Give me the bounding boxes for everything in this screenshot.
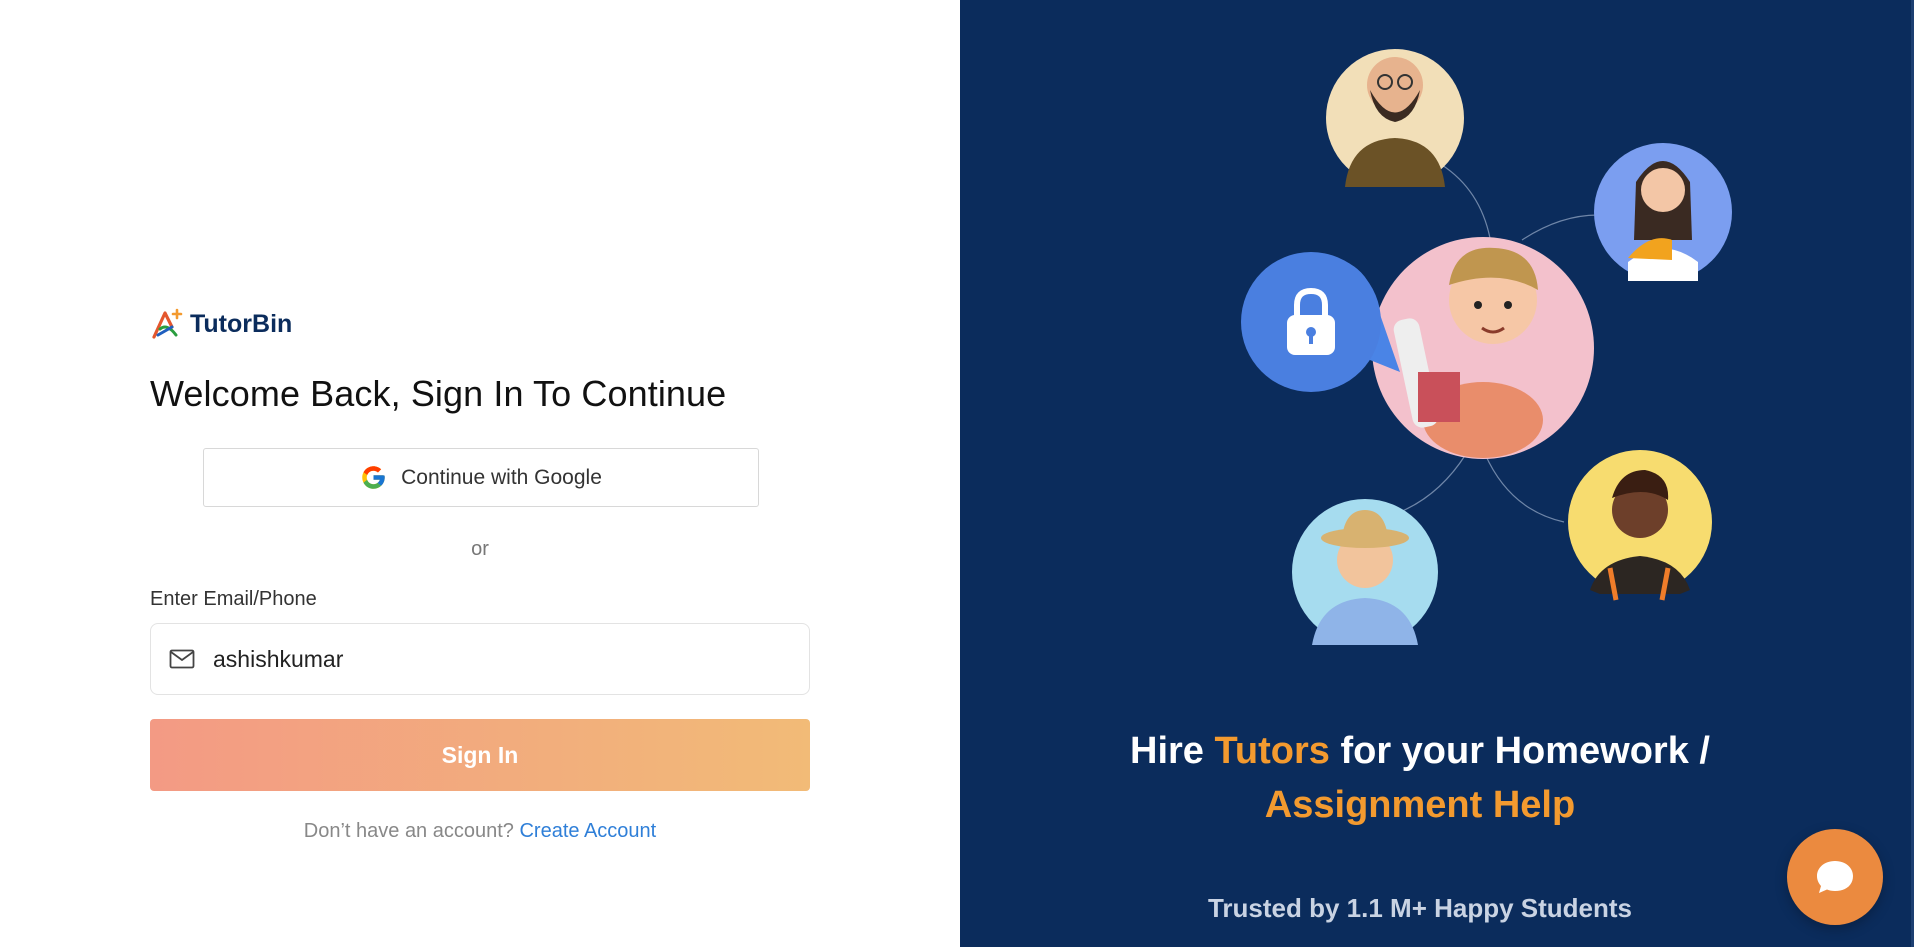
chat-bubble-icon bbox=[1817, 861, 1853, 893]
continue-with-google-button[interactable]: Continue with Google bbox=[203, 448, 759, 507]
promo-suffix: for your Homework / bbox=[1329, 730, 1710, 772]
avatar-bearded-man bbox=[1326, 49, 1464, 187]
promo-headline-line2: Assignment Help bbox=[1264, 784, 1576, 826]
brand-name: TutorBin bbox=[190, 309, 293, 338]
scrollbar[interactable] bbox=[1900, 0, 1914, 947]
tutors-illustration bbox=[1241, 49, 1732, 645]
avatar-curly-hair bbox=[1568, 450, 1712, 601]
avatar-hat-man bbox=[1292, 499, 1438, 645]
page-title: Welcome Back, Sign In To Continue bbox=[150, 373, 727, 414]
signup-prompt: Don’t have an account? Create Account bbox=[0, 820, 960, 843]
create-account-link[interactable]: Create Account bbox=[519, 820, 656, 842]
promo-accent: Tutors bbox=[1214, 730, 1330, 772]
brand-logo[interactable]: TutorBin bbox=[150, 307, 292, 341]
no-account-text: Don’t have an account? bbox=[303, 820, 514, 842]
promo-panel: Hire Tutors for your Homework / Assignme… bbox=[960, 0, 1914, 947]
email-field-label: Enter Email/Phone bbox=[150, 588, 317, 610]
mail-icon bbox=[169, 649, 195, 669]
promo-headline-line1: Hire Tutors for your Homework / bbox=[960, 730, 1880, 773]
lock-bubble bbox=[1241, 252, 1400, 392]
login-panel: TutorBin Welcome Back, Sign In To Contin… bbox=[0, 0, 960, 947]
trusted-by-text: Trusted by 1.1 M+ Happy Students bbox=[1207, 893, 1633, 923]
email-field[interactable] bbox=[150, 623, 810, 695]
avatar-center bbox=[1372, 237, 1594, 459]
avatar-girl bbox=[1594, 143, 1732, 281]
tutorbin-logo-icon bbox=[152, 308, 183, 339]
google-icon bbox=[362, 466, 385, 489]
google-button-label: Continue with Google bbox=[401, 465, 602, 489]
email-input[interactable] bbox=[211, 644, 775, 674]
promo-prefix: Hire bbox=[1130, 730, 1215, 772]
sign-in-button[interactable]: Sign In bbox=[150, 719, 810, 791]
chat-button[interactable] bbox=[1787, 829, 1883, 925]
or-separator: or bbox=[471, 538, 489, 560]
